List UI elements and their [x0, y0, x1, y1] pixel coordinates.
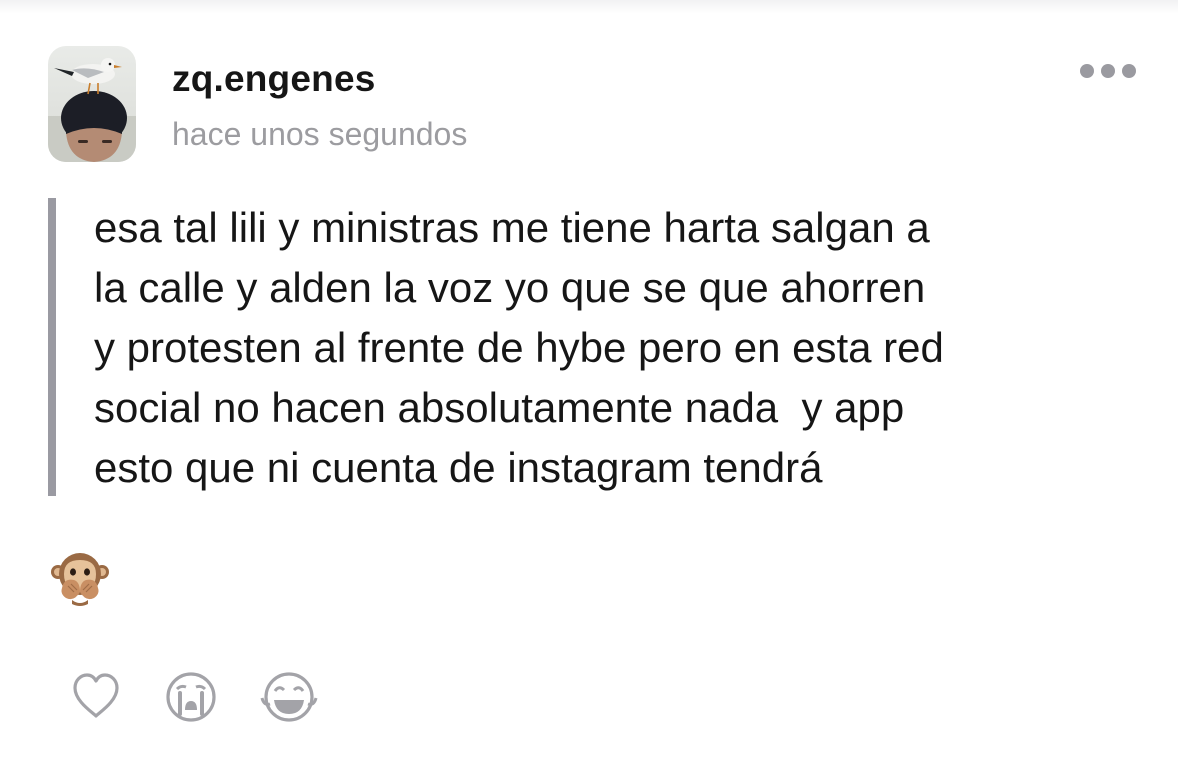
- cry-reaction-button[interactable]: [164, 670, 218, 729]
- heart-icon: [73, 673, 119, 718]
- avatar[interactable]: [48, 46, 136, 162]
- post-text-line: y protesten al frente de hybe pero en es…: [94, 324, 944, 371]
- more-dots-icon: [1101, 64, 1115, 78]
- laughing-face-icon: [260, 672, 318, 722]
- avatar-photo: [48, 46, 136, 162]
- more-options-button[interactable]: [1080, 58, 1136, 84]
- crying-face-icon: [166, 672, 216, 722]
- more-dots-icon: [1080, 64, 1094, 78]
- post-text-line: esa tal lili y ministras me tiene harta …: [94, 204, 930, 251]
- laugh-reaction-button[interactable]: [260, 670, 318, 729]
- post-body: esa tal lili y ministras me tiene harta …: [94, 198, 1154, 498]
- top-edge: [0, 0, 1178, 14]
- like-button[interactable]: [70, 670, 122, 727]
- quote-bar: [48, 198, 56, 496]
- post-timestamp: hace unos segundos: [172, 116, 468, 152]
- post-text-line: esto que ni cuenta de instagram tendrá: [94, 444, 823, 491]
- post-text-line: social no hacen absolutamente nada y app: [94, 384, 905, 431]
- see-no-evil-monkey-icon: [50, 548, 110, 608]
- more-dots-icon: [1122, 64, 1136, 78]
- post-text-line: la calle y alden la voz yo que se que ah…: [94, 264, 926, 311]
- username[interactable]: zq.engenes: [172, 58, 376, 100]
